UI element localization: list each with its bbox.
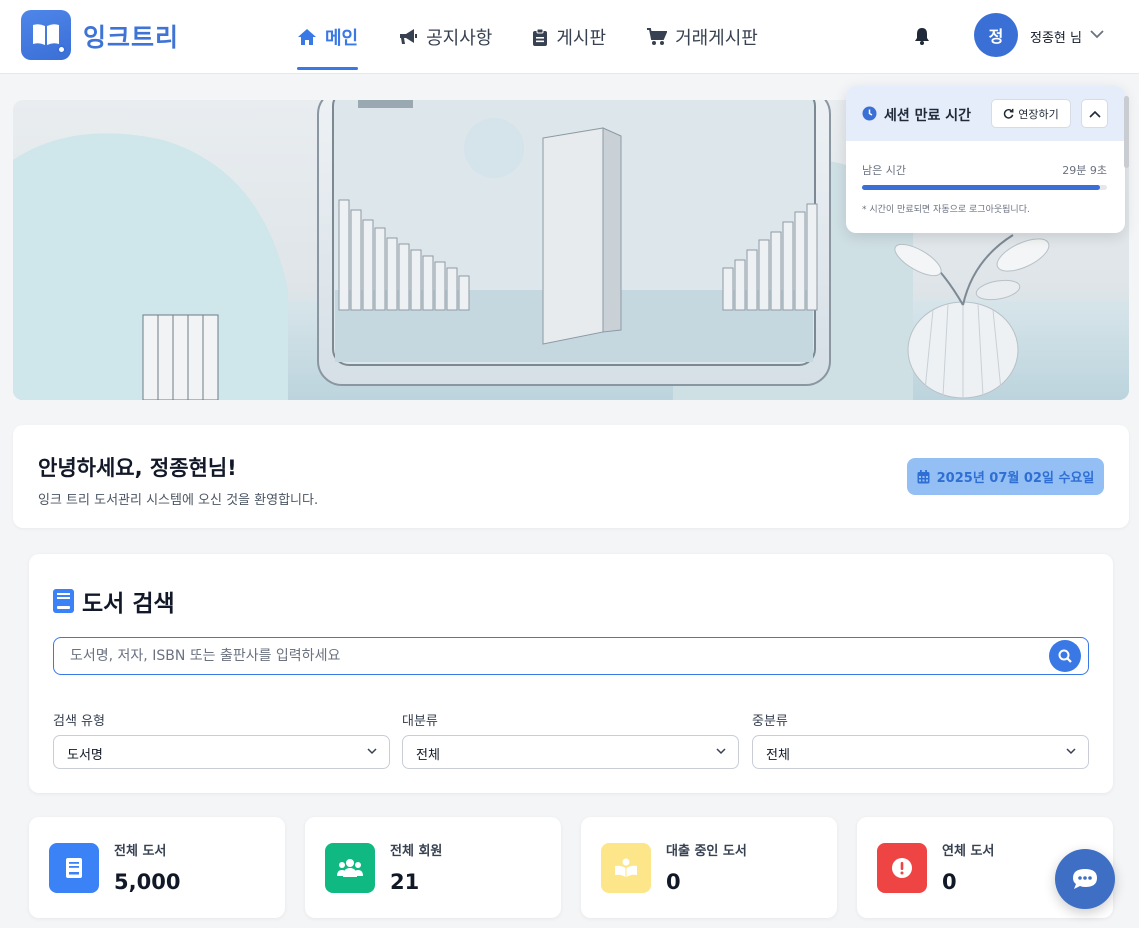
search-bar bbox=[53, 637, 1089, 675]
session-note: * 시간이 만료되면 자동으로 로그아웃됩니다. bbox=[862, 205, 1030, 215]
session-progress-bar bbox=[862, 185, 1107, 190]
avatar[interactable]: 정 bbox=[974, 13, 1018, 57]
chevron-down-icon bbox=[367, 748, 377, 755]
chat-icon bbox=[1073, 869, 1097, 889]
search-icon bbox=[1058, 649, 1072, 663]
nav-item-main[interactable]: 메인 bbox=[297, 0, 359, 74]
main-nav: 메인 공지사항 게시판 거래게시판 bbox=[297, 0, 798, 74]
search-title: 도서 검색 bbox=[82, 591, 175, 617]
user-name[interactable]: 정종현 님 bbox=[1030, 27, 1082, 46]
book-search-card: 도서 검색 검색 유형 도서명 대분류 전체 중분류 bbox=[29, 554, 1113, 793]
bell-icon[interactable] bbox=[912, 26, 932, 46]
calendar-icon bbox=[917, 469, 930, 483]
stat-card-total-members[interactable]: 전체 회원 21 bbox=[305, 817, 561, 918]
megaphone-icon bbox=[400, 29, 418, 44]
book-icon bbox=[49, 843, 99, 893]
extend-label: 연장하기 bbox=[1018, 107, 1059, 121]
filter-middle-category: 중분류 전체 bbox=[752, 710, 1089, 769]
date-badge: 2025년 07월 02일 수요일 bbox=[907, 458, 1104, 495]
clipboard-icon bbox=[533, 28, 548, 46]
welcome-title: 안녕하세요, 정종현님! bbox=[38, 456, 237, 480]
remaining-label: 남은 시간 bbox=[862, 164, 906, 177]
session-progress-fill bbox=[862, 185, 1100, 190]
stat-card-total-books[interactable]: 전체 도서 5,000 bbox=[29, 817, 285, 918]
chevron-down-icon bbox=[1066, 748, 1076, 755]
nav-item-trade-board[interactable]: 거래게시판 bbox=[646, 0, 758, 74]
stat-card-borrowed-books[interactable]: 대출 중인 도서 0 bbox=[581, 817, 837, 918]
session-header: 세션 만료 시간 연장하기 bbox=[846, 86, 1125, 141]
welcome-card: 안녕하세요, 정종현님! 잉크 트리 도서관리 시스템에 오신 것을 환영합니다… bbox=[13, 425, 1129, 528]
chevron-down-icon[interactable] bbox=[1090, 30, 1104, 39]
select-value: 전체 bbox=[416, 748, 440, 763]
cart-icon bbox=[647, 28, 668, 45]
chevron-up-icon bbox=[1088, 110, 1101, 118]
nav-label: 게시판 bbox=[556, 28, 607, 49]
middle-category-select[interactable]: 전체 bbox=[752, 735, 1089, 769]
nav-item-notice[interactable]: 공지사항 bbox=[398, 0, 492, 74]
top-header: 잉크트리 메인 공지사항 게시판 거래게시판 정 정종현 님 bbox=[0, 0, 1139, 74]
nav-label: 공지사항 bbox=[426, 28, 493, 49]
extend-session-button[interactable]: 연장하기 bbox=[991, 99, 1071, 128]
home-icon bbox=[298, 29, 316, 45]
stat-value: 21 bbox=[390, 870, 420, 894]
session-expiry-panel: 세션 만료 시간 연장하기 남은 시간 29분 9초 * 시간이 만료되면 자동… bbox=[846, 86, 1125, 233]
users-icon bbox=[325, 843, 375, 893]
search-button[interactable] bbox=[1049, 640, 1081, 672]
stat-value: 5,000 bbox=[114, 870, 181, 894]
stat-label: 연체 도서 bbox=[942, 844, 995, 859]
nav-item-board[interactable]: 게시판 bbox=[532, 0, 606, 74]
filter-label: 검색 유형 bbox=[53, 714, 105, 729]
search-type-select[interactable]: 도서명 bbox=[53, 735, 390, 769]
logo-text[interactable]: 잉크트리 bbox=[83, 18, 179, 54]
session-title: 세션 만료 시간 bbox=[884, 108, 972, 124]
major-category-select[interactable]: 전체 bbox=[402, 735, 739, 769]
scrollbar[interactable] bbox=[1124, 96, 1129, 168]
stat-label: 대출 중인 도서 bbox=[666, 844, 747, 859]
filter-search-type: 검색 유형 도서명 bbox=[53, 710, 390, 769]
filter-label: 대분류 bbox=[402, 714, 438, 729]
date-text: 2025년 07월 02일 수요일 bbox=[936, 471, 1095, 486]
nav-label: 메인 bbox=[325, 28, 359, 49]
clock-icon bbox=[862, 106, 877, 121]
stat-label: 전체 회원 bbox=[390, 844, 443, 859]
search-heading: 도서 검색 bbox=[53, 584, 175, 618]
filter-label: 중분류 bbox=[752, 714, 788, 729]
refresh-icon bbox=[1004, 108, 1014, 119]
stat-value: 0 bbox=[942, 870, 957, 894]
logo-icon[interactable] bbox=[21, 10, 71, 60]
stat-value: 0 bbox=[666, 870, 681, 894]
welcome-subtitle: 잉크 트리 도서관리 시스템에 오신 것을 환영합니다. bbox=[38, 493, 319, 508]
collapse-button[interactable] bbox=[1081, 99, 1108, 128]
stat-label: 전체 도서 bbox=[114, 844, 167, 859]
remaining-time: 29분 9초 bbox=[1062, 164, 1107, 177]
nav-label: 거래게시판 bbox=[675, 28, 758, 49]
alert-icon bbox=[877, 843, 927, 893]
book-icon bbox=[53, 589, 74, 613]
filter-major-category: 대분류 전체 bbox=[402, 710, 739, 769]
search-input[interactable] bbox=[70, 646, 1040, 666]
select-value: 전체 bbox=[766, 748, 790, 763]
select-value: 도서명 bbox=[67, 748, 103, 763]
reading-icon bbox=[601, 843, 651, 893]
chevron-down-icon bbox=[716, 748, 726, 755]
chat-button[interactable] bbox=[1055, 849, 1115, 909]
